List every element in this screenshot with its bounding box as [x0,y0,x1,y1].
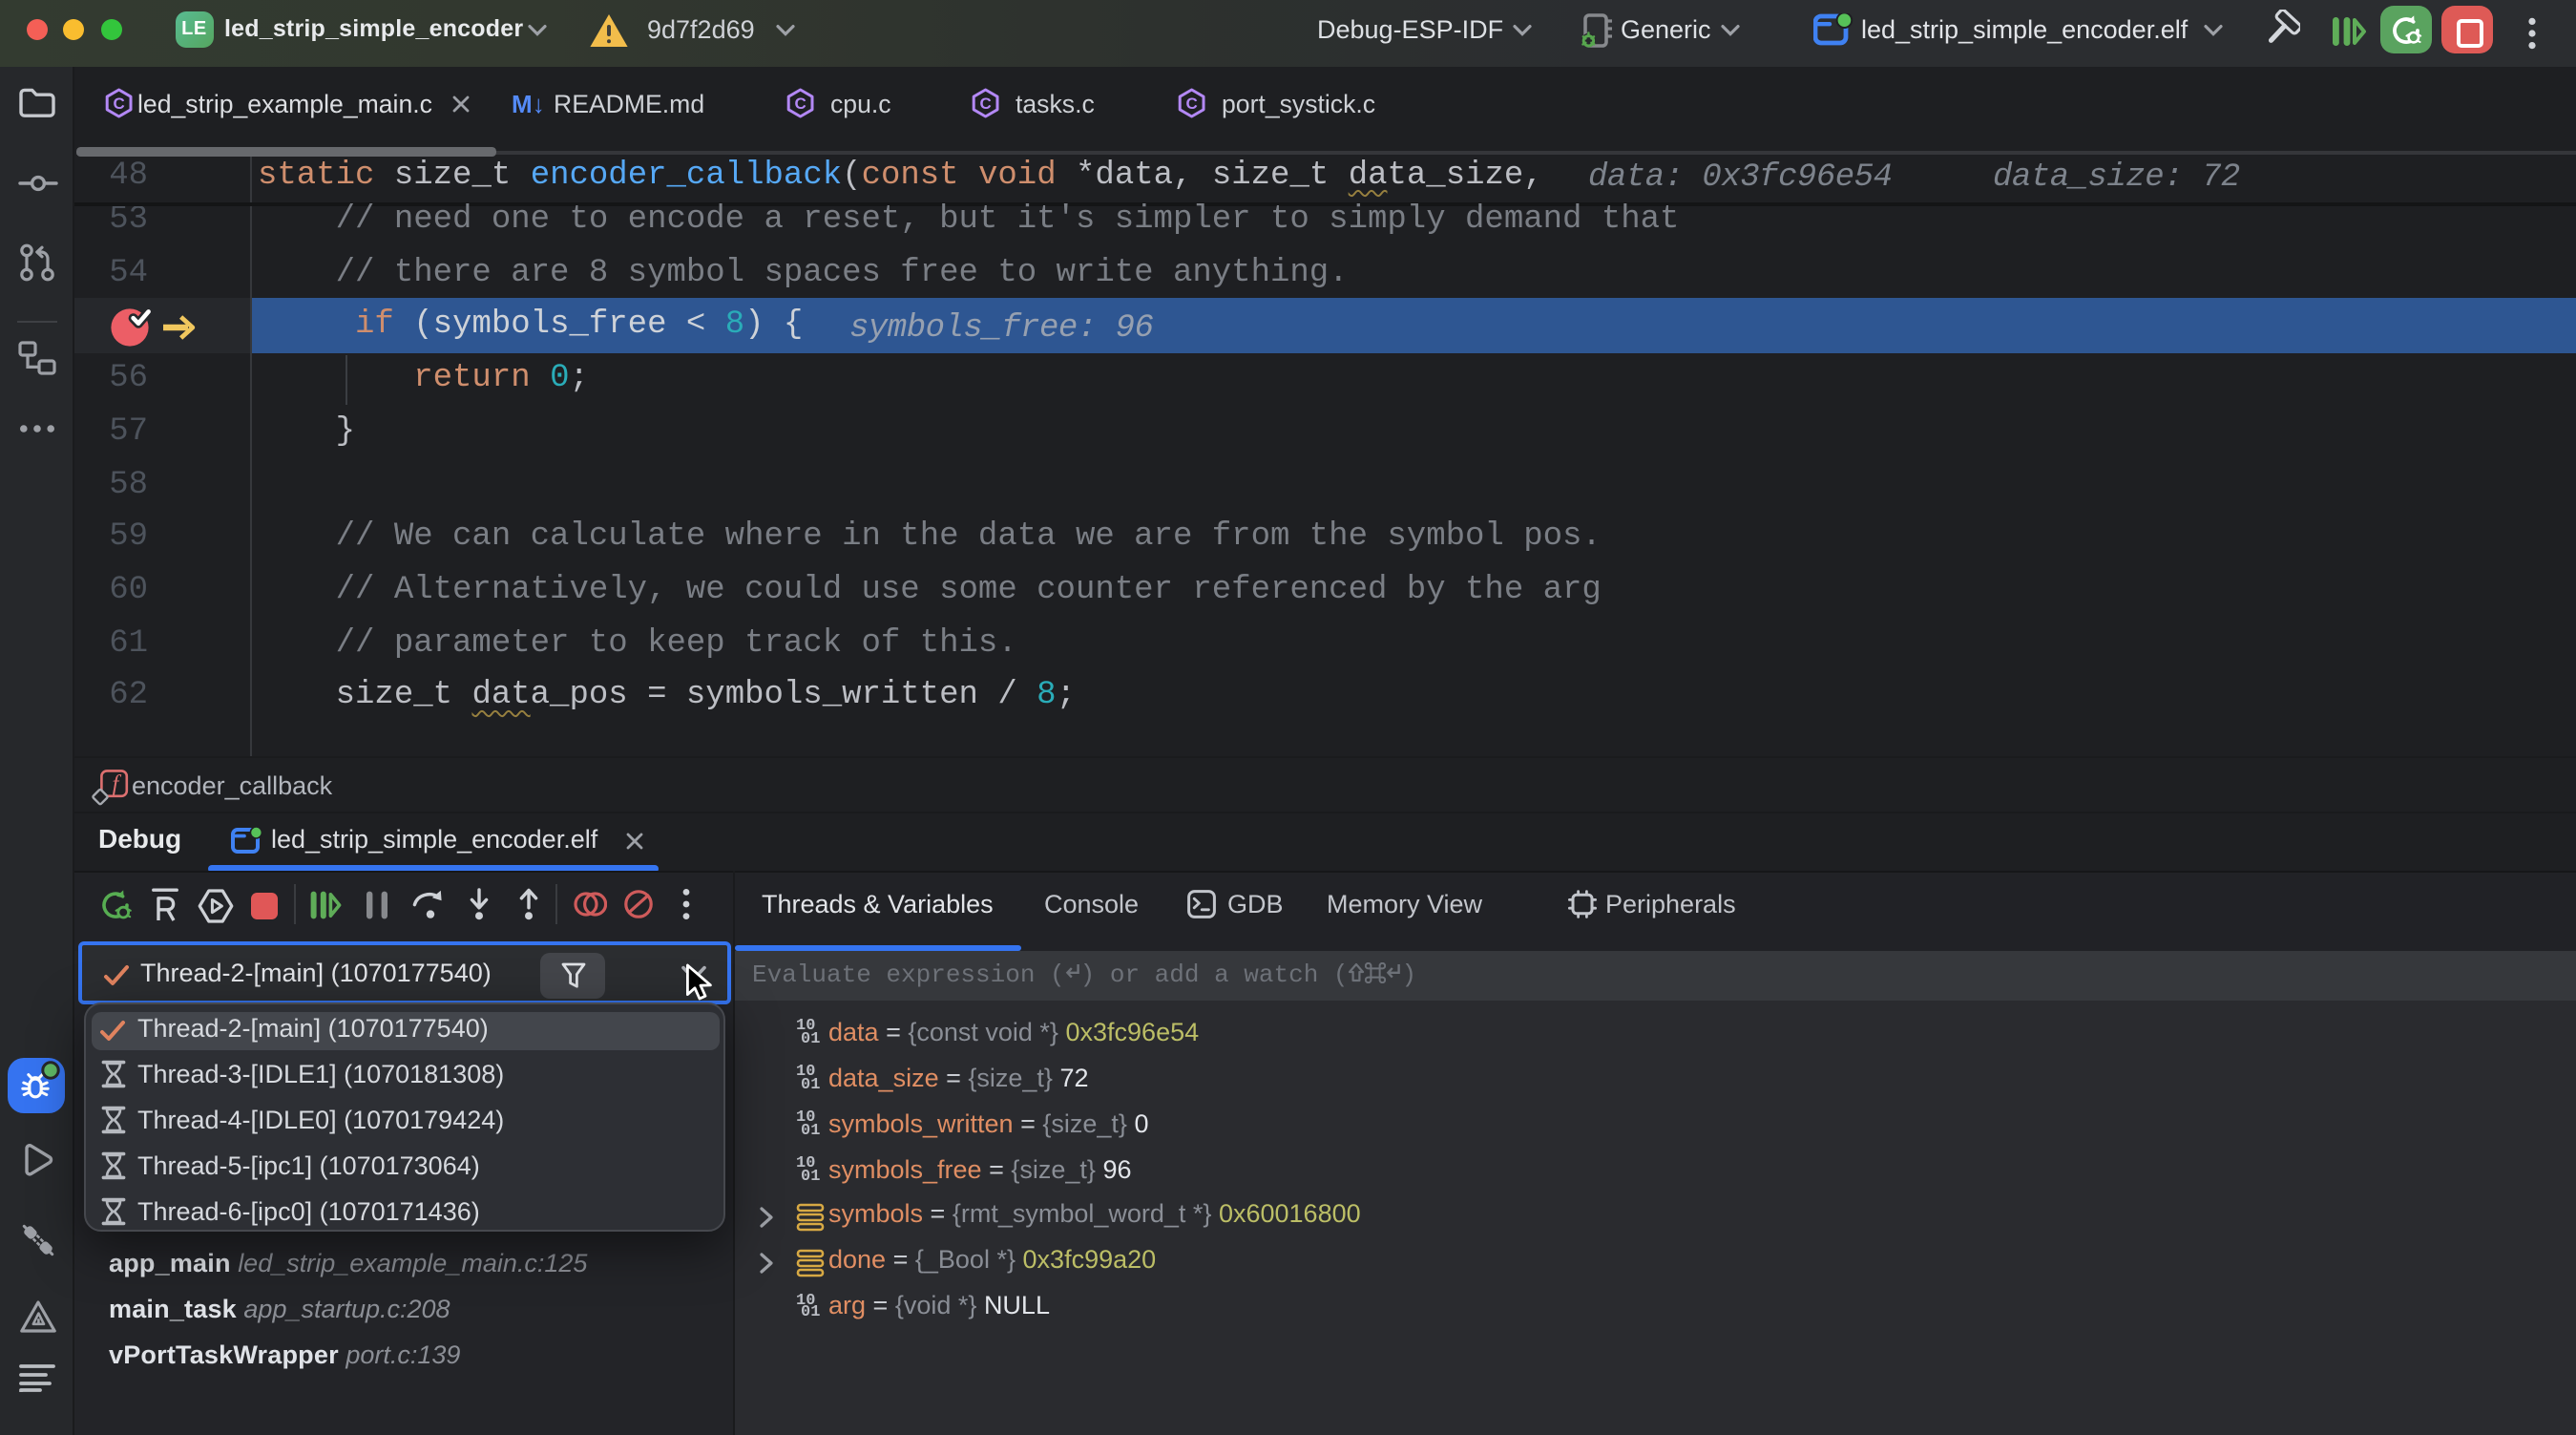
svg-text:C: C [113,95,124,113]
svg-text:C: C [979,95,991,113]
svg-text:C: C [794,95,806,113]
svg-text:f: f [111,770,120,796]
svg-text:C: C [1185,95,1197,113]
